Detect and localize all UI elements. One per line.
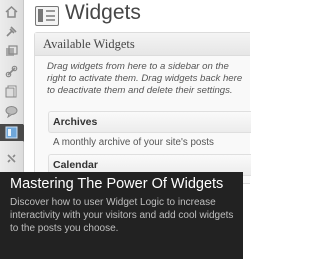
comments-icon[interactable]: [3, 103, 20, 120]
available-widgets-header[interactable]: Available Widgets: [35, 33, 250, 56]
media-icon[interactable]: [3, 43, 20, 60]
home-icon[interactable]: [3, 3, 20, 20]
caption-text: Discover how to user Widget Logic to inc…: [10, 197, 234, 234]
available-widgets-title: Available Widgets: [43, 37, 135, 51]
links-icon[interactable]: [3, 63, 20, 80]
admin-menu-rail: [0, 0, 30, 172]
widget-title: Calendar: [53, 159, 98, 171]
widget-title: Archives: [53, 116, 98, 128]
widgets-page-icon: [35, 6, 59, 26]
available-widgets-panel: Available Widgets Drag widgets from here…: [34, 32, 251, 184]
widget-archives[interactable]: Archives: [48, 111, 251, 133]
page-title: Widgets: [65, 1, 141, 24]
available-widgets-description: Drag widgets from here to a sidebar on t…: [47, 61, 243, 96]
widgets-page: Widgets Available Widgets Drag widgets f…: [24, 0, 251, 184]
caption-title: Mastering The Power Of Widgets: [10, 176, 224, 192]
plugins-icon[interactable]: [3, 150, 20, 167]
pages-icon[interactable]: [3, 83, 20, 100]
appearance-icon[interactable]: [0, 124, 23, 141]
widget-description: A monthly archive of your site's posts: [53, 137, 214, 148]
caption-overlay: Mastering The Power Of Widgets Discover …: [0, 172, 243, 259]
pin-icon[interactable]: [3, 23, 20, 40]
